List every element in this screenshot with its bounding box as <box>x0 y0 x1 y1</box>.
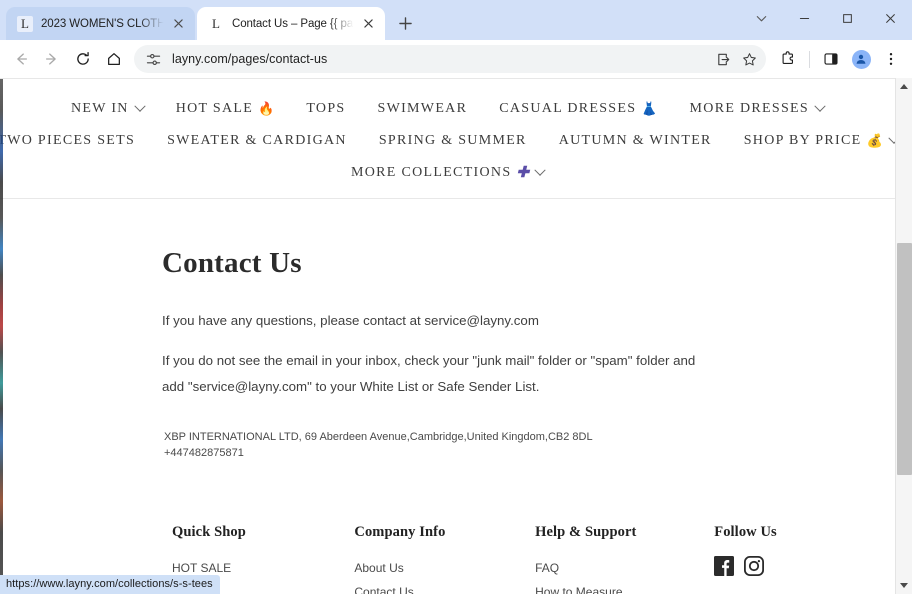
footer-link-how-to-measure[interactable]: How to Measure <box>535 580 714 594</box>
nav-divider <box>0 198 895 199</box>
chevron-down-icon <box>534 164 546 176</box>
fire-icon: 🔥 <box>258 101 275 116</box>
company-address: XBP INTERNATIONAL LTD, 69 Aberdeen Avenu… <box>162 430 895 462</box>
nav-item-swimwear[interactable]: SWIMWEAR <box>362 93 484 125</box>
close-icon[interactable] <box>170 15 187 32</box>
chevron-down-icon <box>814 100 826 112</box>
footer-column-company-info: Company Info About Us Contact Us <box>354 524 535 594</box>
side-panel-button[interactable] <box>816 44 846 74</box>
nav-label: MORE DRESSES <box>689 101 809 116</box>
plus-icon: ✚ <box>516 164 529 181</box>
footer-column-help-support: Help & Support FAQ How to Measure <box>535 524 714 594</box>
close-icon[interactable] <box>360 15 377 32</box>
instagram-icon[interactable] <box>744 555 765 576</box>
page-scrollbar[interactable] <box>895 78 912 594</box>
nav-label: SHOP BY PRICE <box>743 133 862 148</box>
chevron-down-icon <box>888 132 895 144</box>
toolbar-divider <box>809 50 810 68</box>
home-button[interactable] <box>99 44 129 74</box>
nav-item-more-dresses[interactable]: MORE DRESSES <box>674 93 840 125</box>
reload-button[interactable] <box>68 44 98 74</box>
footer-link-faq[interactable]: FAQ <box>535 556 714 580</box>
site-footer: Quick Shop HOT SALE Company Info About U… <box>162 524 895 594</box>
page-title: Contact Us <box>162 247 302 279</box>
web-page: NEW IN HOT SALE 🔥 TOPS SWIMWEAR CASUAL D… <box>0 78 895 594</box>
letter-L-favicon: L <box>208 15 224 32</box>
social-links <box>714 555 895 576</box>
chrome-menu-button[interactable] <box>876 44 906 74</box>
contact-paragraph-2: If you do not see the email in your inbo… <box>162 352 696 394</box>
footer-heading: Company Info <box>354 523 446 540</box>
nav-item-more-collections[interactable]: MORE COLLECTIONS ✚ <box>335 157 560 189</box>
nav-item-new-in[interactable]: NEW IN <box>55 93 160 125</box>
browser-window: L 2023 WOMEN'S CLOTHES – Layny L Contact… <box>0 0 912 594</box>
tab-women-clothes[interactable]: L 2023 WOMEN'S CLOTHES – Layny <box>6 7 195 40</box>
footer-heading: Quick Shop <box>172 523 246 540</box>
letter-L-favicon: L <box>17 15 33 32</box>
chevron-down-icon <box>134 100 146 112</box>
avatar <box>851 49 871 69</box>
nav-item-two-pieces-sets[interactable]: TWO PIECES SETS <box>0 125 151 157</box>
nav-label: MORE COLLECTIONS <box>351 165 512 180</box>
nav-label: NEW IN <box>71 101 129 116</box>
dress-icon: 👗 <box>641 101 658 116</box>
browser-toolbar: layny.com/pages/contact-us <box>0 40 912 78</box>
nav-label: CASUAL DRESSES <box>499 101 637 116</box>
money-bag-icon: 💰 <box>866 133 883 148</box>
footer-link-about-us[interactable]: About Us <box>354 556 535 580</box>
footer-link-contact-us[interactable]: Contact Us <box>354 580 535 594</box>
tab-strip: L 2023 WOMEN'S CLOTHES – Layny L Contact… <box>0 0 912 40</box>
window-controls <box>740 0 912 36</box>
nav-item-casual-dresses[interactable]: CASUAL DRESSES 👗 <box>483 93 673 125</box>
scrollbar-thumb[interactable] <box>896 243 912 475</box>
tab-title: Contact Us – Page {{ page }} – Layny <box>232 17 356 30</box>
footer-column-follow-us: Follow Us <box>714 524 895 594</box>
minimize-icon[interactable] <box>783 0 826 36</box>
url-text: layny.com/pages/contact-us <box>172 52 328 66</box>
nav-row-3: MORE COLLECTIONS ✚ <box>0 157 895 189</box>
address-line: XBP INTERNATIONAL LTD, 69 Aberdeen Avenu… <box>164 430 593 443</box>
nav-item-spring-summer[interactable]: SPRING & SUMMER <box>363 125 543 157</box>
nav-label: HOT SALE <box>175 101 254 116</box>
status-bubble: https://www.layny.com/collections/s-s-te… <box>0 575 220 594</box>
site-navigation: NEW IN HOT SALE 🔥 TOPS SWIMWEAR CASUAL D… <box>0 79 895 207</box>
facebook-icon[interactable] <box>714 555 735 576</box>
bookmark-star-icon[interactable] <box>736 46 762 72</box>
maximize-icon[interactable] <box>826 0 869 36</box>
nav-row-1: NEW IN HOT SALE 🔥 TOPS SWIMWEAR CASUAL D… <box>0 93 895 125</box>
tab-contact-us[interactable]: L Contact Us – Page {{ page }} – Layny <box>197 7 385 40</box>
nav-item-sweater-cardigan[interactable]: SWEATER & CARDIGAN <box>151 125 363 157</box>
back-button[interactable] <box>6 44 36 74</box>
tab-title: 2023 WOMEN'S CLOTHES – Layny <box>41 17 166 30</box>
nav-item-shop-by-price[interactable]: SHOP BY PRICE 💰 <box>728 125 895 157</box>
address-bar[interactable]: layny.com/pages/contact-us <box>134 45 766 73</box>
tab-search-chevron-icon[interactable] <box>740 0 783 36</box>
nav-item-autumn-winter[interactable]: AUTUMN & WINTER <box>543 125 728 157</box>
footer-heading: Help & Support <box>535 523 637 540</box>
main-content: Contact Us If you have any questions, pl… <box>0 207 895 594</box>
forward-button[interactable] <box>37 44 67 74</box>
nav-item-tops[interactable]: TOPS <box>290 93 361 125</box>
scrollbar-track[interactable] <box>896 95 912 577</box>
scroll-down-arrow-icon[interactable] <box>896 577 912 594</box>
profile-avatar[interactable] <box>847 45 875 73</box>
nav-item-hot-sale[interactable]: HOT SALE 🔥 <box>160 93 291 125</box>
nav-row-2: TWO PIECES SETS SWEATER & CARDIGAN SPRIN… <box>0 125 895 157</box>
extensions-button[interactable] <box>773 44 803 74</box>
close-window-icon[interactable] <box>869 0 912 36</box>
share-icon[interactable] <box>710 46 736 72</box>
new-tab-button[interactable] <box>391 9 419 37</box>
footer-heading: Follow Us <box>714 523 777 540</box>
phone-number: +447482875871 <box>164 446 244 459</box>
page-viewport: NEW IN HOT SALE 🔥 TOPS SWIMWEAR CASUAL D… <box>0 78 912 594</box>
scroll-up-arrow-icon[interactable] <box>896 78 912 95</box>
site-settings-icon[interactable] <box>144 50 162 68</box>
render-artifact-strip <box>0 79 3 594</box>
contact-paragraph-1: If you have any questions, please contac… <box>162 313 539 328</box>
